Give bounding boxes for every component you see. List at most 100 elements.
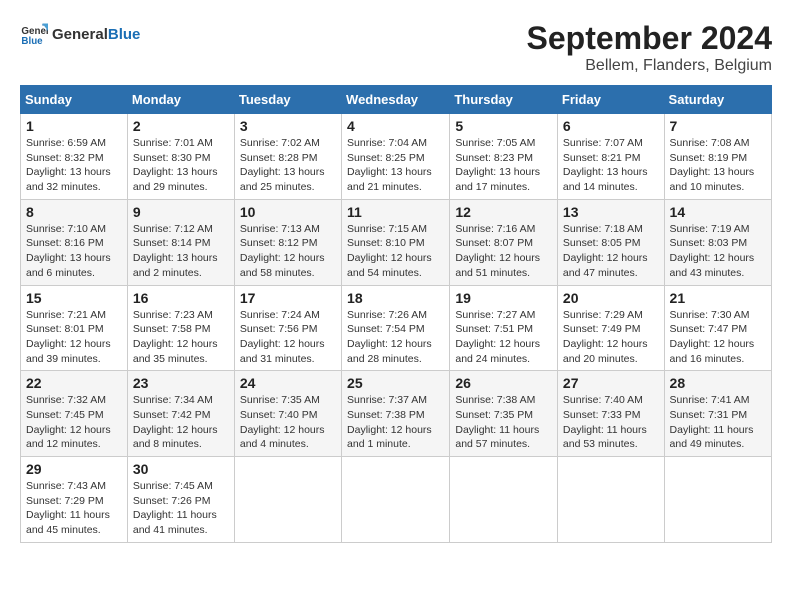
day-number: 30 [133,461,229,477]
day-info: Sunrise: 7:29 AM Sunset: 7:49 PM Dayligh… [563,308,659,367]
calendar-table: Sunday Monday Tuesday Wednesday Thursday… [20,85,772,543]
table-row: 27Sunrise: 7:40 AM Sunset: 7:33 PM Dayli… [557,371,664,457]
day-number: 1 [26,118,122,134]
table-row: 4 Sunrise: 7:04 AM Sunset: 8:25 PM Daylig… [342,114,450,200]
col-saturday: Saturday [664,86,771,114]
day-info: Sunrise: 7:41 AM Sunset: 7:31 PM Dayligh… [670,393,766,452]
table-row: 14Sunrise: 7:19 AM Sunset: 8:03 PM Dayli… [664,199,771,285]
table-row: 23 Sunrise: 7:34 AM Sunset: 7:42 PM Dayli… [127,371,234,457]
table-row: 3Sunrise: 7:02 AM Sunset: 8:28 PM Daylig… [234,114,341,200]
day-info: Sunrise: 7:27 AM Sunset: 7:51 PM Dayligh… [455,308,552,367]
table-row: 28 Sunrise: 7:41 AM Sunset: 7:31 PM Dayli… [664,371,771,457]
day-info: Sunrise: 7:32 AM Sunset: 7:45 PM Dayligh… [26,393,122,452]
day-number: 25 [347,375,444,391]
day-info: Sunrise: 7:21 AM Sunset: 8:01 PM Dayligh… [26,308,122,367]
day-number: 24 [240,375,336,391]
day-info: Sunrise: 7:35 AM Sunset: 7:40 PM Dayligh… [240,393,336,452]
svg-text:Blue: Blue [21,36,43,47]
day-info: Sunrise: 7:13 AM Sunset: 8:12 PM Dayligh… [240,222,336,281]
day-info: Sunrise: 7:43 AM Sunset: 7:29 PM Dayligh… [26,479,122,538]
table-row: 15 Sunrise: 7:21 AM Sunset: 8:01 PM Dayli… [21,285,128,371]
table-row: 21 Sunrise: 7:30 AM Sunset: 7:47 PM Dayli… [664,285,771,371]
day-info: Sunrise: 7:07 AM Sunset: 8:21 PM Dayligh… [563,136,659,195]
day-number: 11 [347,204,444,220]
table-row: 16 Sunrise: 7:23 AM Sunset: 7:58 PM Dayli… [127,285,234,371]
col-tuesday: Tuesday [234,86,341,114]
logo-icon: General Blue [20,20,48,48]
title-block: September 2024 Bellem, Flanders, Belgium [527,20,772,75]
table-row: 10 Sunrise: 7:13 AM Sunset: 8:12 PM Dayli… [234,199,341,285]
day-number: 27 [563,375,659,391]
col-wednesday: Wednesday [342,86,450,114]
day-number: 4 [347,118,444,134]
calendar-week-row: 15 Sunrise: 7:21 AM Sunset: 8:01 PM Dayli… [21,285,772,371]
day-number: 12 [455,204,552,220]
table-row: 26Sunrise: 7:38 AM Sunset: 7:35 PM Dayli… [450,371,558,457]
table-row: 7 Sunrise: 7:08 AM Sunset: 8:19 PM Daylig… [664,114,771,200]
day-number: 7 [670,118,766,134]
day-number: 26 [455,375,552,391]
logo-line1: GeneralBlue [52,26,140,43]
day-number: 17 [240,290,336,306]
table-row: 8Sunrise: 7:10 AM Sunset: 8:16 PM Daylig… [21,199,128,285]
day-info: Sunrise: 7:34 AM Sunset: 7:42 PM Dayligh… [133,393,229,452]
day-number: 13 [563,204,659,220]
table-row: 13 Sunrise: 7:18 AM Sunset: 8:05 PM Dayli… [557,199,664,285]
table-row: 17 Sunrise: 7:24 AM Sunset: 7:56 PM Dayli… [234,285,341,371]
table-row: 18 Sunrise: 7:26 AM Sunset: 7:54 PM Dayli… [342,285,450,371]
day-info: Sunrise: 7:02 AM Sunset: 8:28 PM Dayligh… [240,136,336,195]
day-number: 9 [133,204,229,220]
calendar-week-row: 22 Sunrise: 7:32 AM Sunset: 7:45 PM Dayli… [21,371,772,457]
month-title: September 2024 [527,20,772,57]
day-number: 16 [133,290,229,306]
day-number: 10 [240,204,336,220]
col-thursday: Thursday [450,86,558,114]
calendar-week-row: 8Sunrise: 7:10 AM Sunset: 8:16 PM Daylig… [21,199,772,285]
day-info: Sunrise: 7:19 AM Sunset: 8:03 PM Dayligh… [670,222,766,281]
day-number: 15 [26,290,122,306]
day-info: Sunrise: 7:23 AM Sunset: 7:58 PM Dayligh… [133,308,229,367]
table-row: 5 Sunrise: 7:05 AM Sunset: 8:23 PM Daylig… [450,114,558,200]
day-info: Sunrise: 7:18 AM Sunset: 8:05 PM Dayligh… [563,222,659,281]
table-row: 29Sunrise: 7:43 AM Sunset: 7:29 PM Dayli… [21,457,128,543]
table-row [557,457,664,543]
table-row: 9 Sunrise: 7:12 AM Sunset: 8:14 PM Daylig… [127,199,234,285]
day-info: Sunrise: 7:16 AM Sunset: 8:07 PM Dayligh… [455,222,552,281]
table-row: 1 Sunrise: 6:59 AM Sunset: 8:32 PM Daylig… [21,114,128,200]
col-monday: Monday [127,86,234,114]
table-row: 30Sunrise: 7:45 AM Sunset: 7:26 PM Dayli… [127,457,234,543]
day-number: 8 [26,204,122,220]
day-info: Sunrise: 7:26 AM Sunset: 7:54 PM Dayligh… [347,308,444,367]
day-number: 5 [455,118,552,134]
day-info: Sunrise: 7:04 AM Sunset: 8:25 PM Dayligh… [347,136,444,195]
table-row: 11Sunrise: 7:15 AM Sunset: 8:10 PM Dayli… [342,199,450,285]
day-info: Sunrise: 7:37 AM Sunset: 7:38 PM Dayligh… [347,393,444,452]
page-header: General Blue GeneralBlue September 2024 … [20,20,772,75]
calendar-week-row: 29Sunrise: 7:43 AM Sunset: 7:29 PM Dayli… [21,457,772,543]
col-friday: Friday [557,86,664,114]
day-info: Sunrise: 7:30 AM Sunset: 7:47 PM Dayligh… [670,308,766,367]
table-row: 22 Sunrise: 7:32 AM Sunset: 7:45 PM Dayli… [21,371,128,457]
day-info: Sunrise: 7:05 AM Sunset: 8:23 PM Dayligh… [455,136,552,195]
table-row: 20 Sunrise: 7:29 AM Sunset: 7:49 PM Dayli… [557,285,664,371]
day-info: Sunrise: 7:12 AM Sunset: 8:14 PM Dayligh… [133,222,229,281]
day-number: 28 [670,375,766,391]
table-row: 12 Sunrise: 7:16 AM Sunset: 8:07 PM Dayli… [450,199,558,285]
day-number: 22 [26,375,122,391]
day-info: Sunrise: 7:08 AM Sunset: 8:19 PM Dayligh… [670,136,766,195]
calendar-header-row: Sunday Monday Tuesday Wednesday Thursday… [21,86,772,114]
day-number: 6 [563,118,659,134]
table-row [450,457,558,543]
day-number: 20 [563,290,659,306]
table-row [664,457,771,543]
table-row: 6 Sunrise: 7:07 AM Sunset: 8:21 PM Daylig… [557,114,664,200]
table-row: 2Sunrise: 7:01 AM Sunset: 8:30 PM Daylig… [127,114,234,200]
logo: General Blue GeneralBlue [20,20,140,48]
day-info: Sunrise: 7:24 AM Sunset: 7:56 PM Dayligh… [240,308,336,367]
day-number: 18 [347,290,444,306]
table-row: 25 Sunrise: 7:37 AM Sunset: 7:38 PM Dayli… [342,371,450,457]
day-number: 23 [133,375,229,391]
day-info: Sunrise: 6:59 AM Sunset: 8:32 PM Dayligh… [26,136,122,195]
day-number: 21 [670,290,766,306]
calendar-week-row: 1 Sunrise: 6:59 AM Sunset: 8:32 PM Daylig… [21,114,772,200]
